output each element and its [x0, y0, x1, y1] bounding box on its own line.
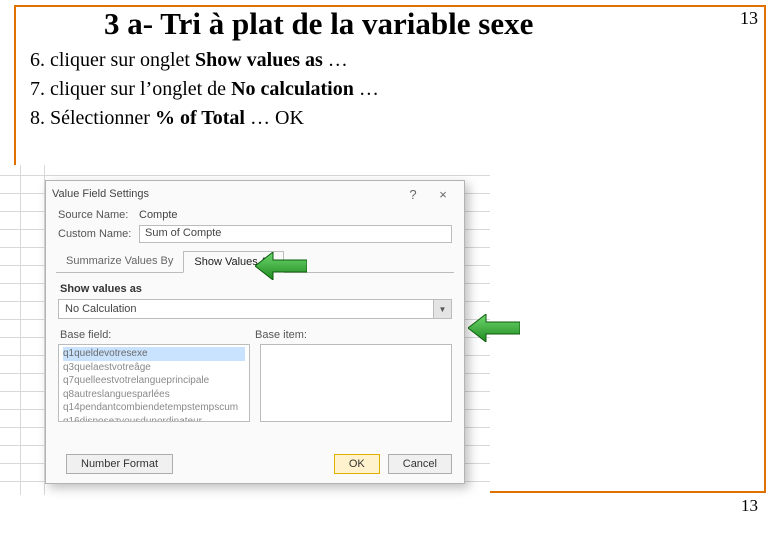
- base-item-listbox[interactable]: [260, 344, 452, 422]
- help-button[interactable]: ?: [398, 187, 428, 202]
- list-item[interactable]: q1queldevotresexe: [63, 347, 245, 361]
- custom-name-label: Custom Name:: [58, 228, 133, 240]
- dropdown-selected-value: No Calculation: [65, 303, 137, 315]
- ok-button[interactable]: OK: [334, 454, 380, 474]
- arrow-pointer-dropdown-icon: [468, 314, 520, 342]
- slide-title: 3 a- Tri à plat de la variable sexe: [104, 6, 533, 42]
- arrow-pointer-tab-icon: [255, 252, 307, 280]
- chevron-down-icon: ▼: [433, 300, 451, 318]
- source-name-value: Compte: [139, 209, 178, 221]
- list-item[interactable]: q7quelleestvotrelangueprincipale: [63, 374, 245, 388]
- screenshot-region: Value Field Settings ? × Source Name: Co…: [0, 165, 490, 495]
- base-labels-row: Base field: Base item:: [46, 319, 464, 344]
- list-item[interactable]: q3quelaestvotreâge: [63, 361, 245, 375]
- value-field-settings-dialog: Value Field Settings ? × Source Name: Co…: [45, 180, 465, 484]
- list-item[interactable]: q8autreslanguesparlées: [63, 388, 245, 402]
- page-number-top: 13: [740, 8, 758, 29]
- dialog-title: Value Field Settings: [52, 188, 398, 200]
- custom-name-input[interactable]: Sum of Compte: [139, 225, 452, 243]
- step-7: 7. cliquer sur l’onglet de No calculatio…: [30, 75, 379, 104]
- base-lists-row: q1queldevotresexe q3quelaestvotreâge q7q…: [46, 344, 464, 422]
- custom-name-row: Custom Name: Sum of Compte: [46, 223, 464, 245]
- cancel-button[interactable]: Cancel: [388, 454, 452, 474]
- source-name-label: Source Name:: [58, 209, 133, 221]
- page-number-bottom: 13: [741, 496, 758, 516]
- dialog-titlebar: Value Field Settings ? ×: [46, 181, 464, 207]
- base-field-label: Base field:: [60, 329, 255, 341]
- instruction-steps: 6. cliquer sur onglet Show values as … 7…: [30, 46, 379, 133]
- base-field-listbox[interactable]: q1queldevotresexe q3quelaestvotreâge q7q…: [58, 344, 250, 422]
- number-format-button[interactable]: Number Format: [66, 454, 173, 474]
- step-8: 8. Sélectionner % of Total … OK: [30, 104, 379, 133]
- source-name-row: Source Name: Compte: [46, 207, 464, 223]
- dialog-footer: Number Format OK Cancel: [46, 454, 464, 474]
- list-item[interactable]: q16disposezvousdunordinateur: [63, 415, 245, 423]
- show-values-as-dropdown[interactable]: No Calculation ▼: [58, 299, 452, 319]
- close-button[interactable]: ×: [428, 187, 458, 202]
- list-item[interactable]: q14pendantcombiendetempstempscum: [63, 401, 245, 415]
- tab-summarize-values-by[interactable]: Summarize Values By: [56, 251, 183, 272]
- base-item-label: Base item:: [255, 329, 450, 341]
- step-6: 6. cliquer sur onglet Show values as …: [30, 46, 379, 75]
